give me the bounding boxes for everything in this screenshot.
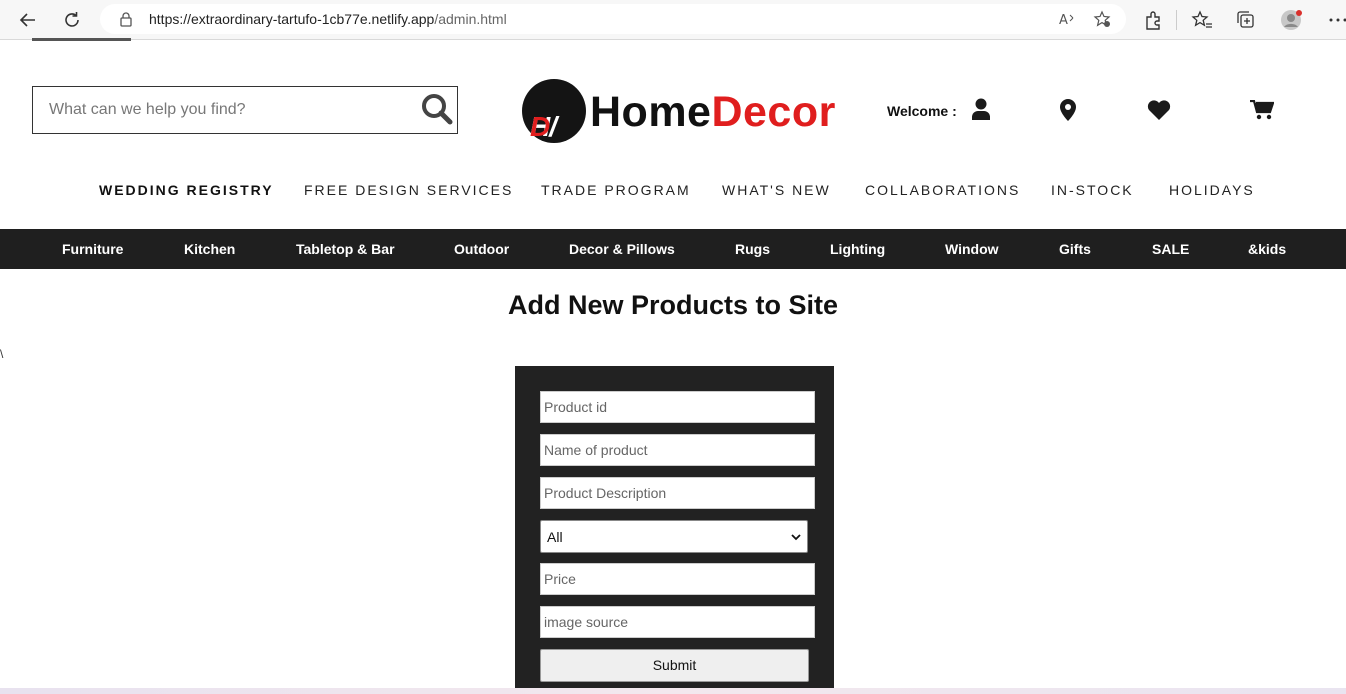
- user-icon[interactable]: [971, 98, 991, 120]
- url-host: https://extraordinary-tartufo-1cb77e.net…: [149, 11, 435, 27]
- topnav-holidays[interactable]: HOLIDAYS: [1169, 182, 1255, 198]
- favorites-icon[interactable]: [1191, 9, 1213, 31]
- stray-text: \: [0, 347, 4, 361]
- refresh-icon[interactable]: [59, 7, 85, 33]
- category-decor-pillows[interactable]: Decor & Pillows: [569, 241, 675, 257]
- logo-home: Home: [590, 88, 712, 136]
- logo-badge-d: D: [530, 111, 550, 142]
- favorite-add-icon[interactable]: [1093, 10, 1111, 28]
- logo-wordmark: HomeDecor: [590, 88, 836, 137]
- url-path: /admin.html: [434, 11, 507, 27]
- profile-icon[interactable]: [1280, 9, 1302, 31]
- top-nav: WEDDING REGISTRY FREE DESIGN SERVICES TR…: [0, 180, 1346, 202]
- category-gifts[interactable]: Gifts: [1059, 241, 1091, 257]
- category-bar: Furniture Kitchen Tabletop & Bar Outdoor…: [0, 229, 1346, 269]
- topnav-collaborations[interactable]: COLLABORATIONS: [865, 182, 1020, 198]
- add-product-form: All Submit: [515, 366, 834, 694]
- chevron-down-icon: [791, 534, 801, 541]
- category-kids[interactable]: &kids: [1248, 241, 1286, 257]
- cart-icon[interactable]: [1250, 100, 1274, 120]
- url-text[interactable]: https://extraordinary-tartufo-1cb77e.net…: [149, 11, 507, 27]
- more-icon[interactable]: [1327, 9, 1346, 31]
- collections-icon[interactable]: [1235, 9, 1257, 31]
- site-search[interactable]: [32, 86, 458, 134]
- category-select[interactable]: All: [540, 520, 808, 553]
- product-name-field[interactable]: [540, 434, 815, 466]
- site-logo[interactable]: H/D HomeDecor: [520, 78, 850, 144]
- topnav-whats-new[interactable]: WHAT'S NEW: [722, 182, 831, 198]
- active-tab-indicator: [32, 38, 131, 41]
- category-window[interactable]: Window: [945, 241, 999, 257]
- location-pin-icon[interactable]: [1060, 99, 1076, 121]
- address-bar[interactable]: https://extraordinary-tartufo-1cb77e.net…: [100, 4, 1126, 34]
- search-input[interactable]: [33, 87, 413, 133]
- heart-icon[interactable]: [1147, 100, 1171, 120]
- category-furniture[interactable]: Furniture: [62, 241, 123, 257]
- browser-toolbar: https://extraordinary-tartufo-1cb77e.net…: [0, 0, 1346, 40]
- back-icon[interactable]: [15, 7, 41, 33]
- search-icon[interactable]: [419, 91, 455, 127]
- category-rugs[interactable]: Rugs: [735, 241, 770, 257]
- svg-text:A: A: [1059, 13, 1068, 28]
- logo-badge: H/D: [522, 79, 586, 143]
- bottom-strip: [0, 688, 1346, 694]
- read-aloud-icon[interactable]: A: [1058, 10, 1076, 28]
- welcome-label: Welcome :: [887, 103, 957, 119]
- topnav-trade-program[interactable]: TRADE PROGRAM: [541, 182, 691, 198]
- category-tabletop-bar[interactable]: Tabletop & Bar: [296, 241, 395, 257]
- category-kitchen[interactable]: Kitchen: [184, 241, 235, 257]
- product-id-field[interactable]: [540, 391, 815, 423]
- extensions-icon[interactable]: [1142, 9, 1164, 31]
- product-description-field[interactable]: [540, 477, 815, 509]
- category-sale[interactable]: SALE: [1152, 241, 1189, 257]
- category-select-value: All: [547, 529, 563, 545]
- topnav-in-stock[interactable]: IN-STOCK: [1051, 182, 1134, 198]
- submit-button[interactable]: Submit: [540, 649, 809, 682]
- topnav-wedding-registry[interactable]: WEDDING REGISTRY: [99, 182, 274, 198]
- price-field[interactable]: [540, 563, 815, 595]
- page-title: Add New Products to Site: [507, 290, 839, 320]
- image-source-field[interactable]: [540, 606, 815, 638]
- topnav-free-design-services[interactable]: FREE DESIGN SERVICES: [304, 182, 513, 198]
- category-lighting[interactable]: Lighting: [830, 241, 885, 257]
- toolbar-divider: [1176, 10, 1177, 30]
- logo-decor: Decor: [711, 88, 836, 136]
- category-outdoor[interactable]: Outdoor: [454, 241, 509, 257]
- lock-icon[interactable]: [118, 11, 134, 27]
